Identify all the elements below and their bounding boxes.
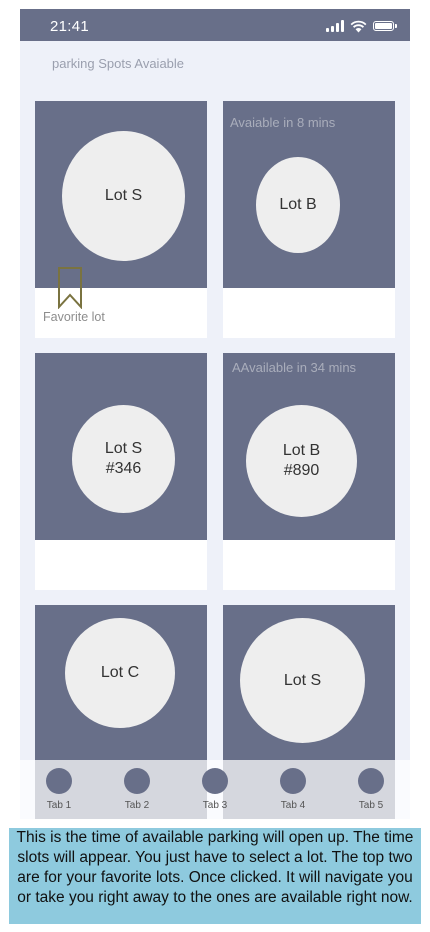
tab-label: Tab 5 (358, 800, 384, 811)
wifi-icon (350, 20, 367, 32)
tab-icon (124, 768, 150, 794)
tab-bar: Tab 1 Tab 2 Tab 3 Tab 4 Tab 5 (20, 760, 410, 819)
tab-2[interactable]: Tab 2 (107, 767, 167, 817)
status-bar: 21:41 (20, 9, 410, 41)
tab-label: Tab 2 (124, 800, 150, 811)
tab-icon (358, 768, 384, 794)
lot-card[interactable]: AAvailable in 34 mins Lot B #890 (223, 353, 395, 590)
lot-circle[interactable]: Lot S #346 (72, 405, 175, 513)
lot-circle[interactable]: Lot S (240, 618, 365, 743)
lot-circle[interactable]: Lot B #890 (246, 405, 357, 517)
tab-5[interactable]: Tab 5 (341, 767, 401, 817)
tab-icon (46, 768, 72, 794)
availability-label: AAvailable in 34 mins (232, 360, 357, 375)
tab-label: Tab 4 (280, 800, 306, 811)
tab-icon (280, 768, 306, 794)
status-icons (326, 19, 397, 33)
tab-4[interactable]: Tab 4 (263, 767, 323, 817)
availability-label: Avaiable in 8 mins (230, 115, 336, 130)
status-time: 21:41 (50, 18, 90, 35)
cellular-signal-icon (326, 20, 344, 32)
favorite-lot-label: Favorite lot (43, 310, 105, 324)
lot-card[interactable]: Lot S #346 (35, 353, 207, 590)
tab-3[interactable]: Tab 3 (185, 767, 245, 817)
tab-1[interactable]: Tab 1 (29, 767, 89, 817)
lot-card[interactable]: Lot S Favorite lot (35, 101, 207, 338)
tab-label: Tab 1 (46, 800, 72, 811)
lot-circle[interactable]: Lot B (256, 157, 340, 253)
phone-screen: 21:41 parking Spots Avaiable Lot S Favor… (20, 9, 410, 819)
page-title: parking Spots Avaiable (52, 56, 185, 71)
annotation-note: This is the time of available parking wi… (9, 828, 421, 924)
lot-circle[interactable]: Lot S (62, 131, 185, 261)
lot-card[interactable]: Avaiable in 8 mins Lot B (223, 101, 395, 338)
tab-icon (202, 768, 228, 794)
bookmark-icon[interactable] (57, 267, 83, 309)
battery-icon (373, 21, 397, 31)
lot-circle[interactable]: Lot C (65, 618, 175, 728)
tab-label: Tab 3 (202, 800, 228, 811)
